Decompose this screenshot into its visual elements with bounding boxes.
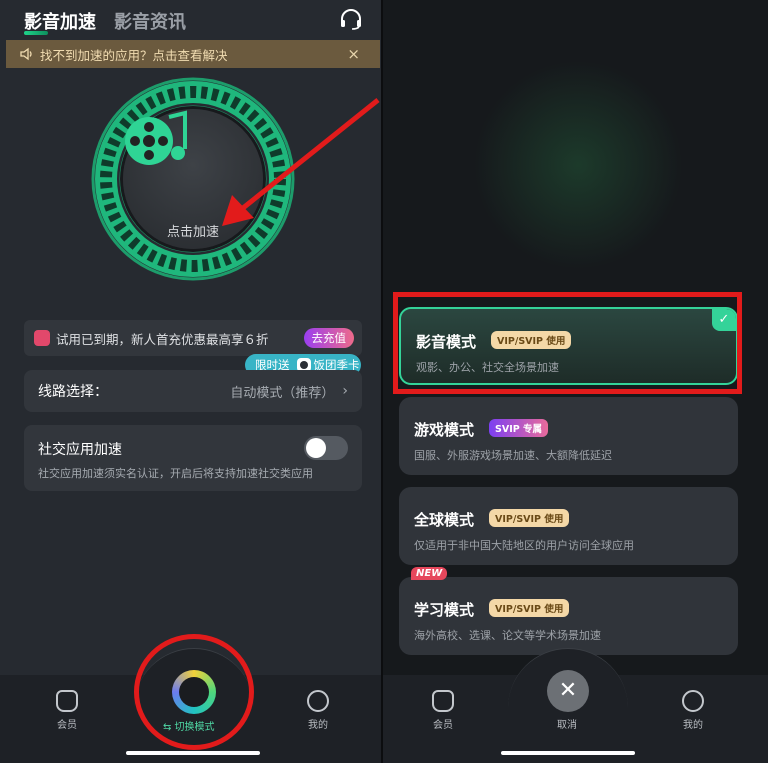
accelerate-label: 点击加速 bbox=[166, 225, 219, 240]
notice-banner[interactable]: 找不到加速的应用？点击查看解决 × bbox=[6, 40, 380, 68]
social-toggle[interactable] bbox=[304, 436, 348, 460]
mode-tag: SVIP 专属 bbox=[489, 419, 548, 437]
mode-card-study[interactable]: 学习模式 VIP/SVIP 使用 海外高校、选课、论文等学术场景加速 bbox=[399, 577, 738, 655]
nav-mine-label: 我的 bbox=[308, 720, 328, 731]
background-glow bbox=[473, 60, 683, 270]
mode-desc: 仅适用于非中国大陆地区的用户访问全球应用 bbox=[414, 539, 634, 552]
annotation-circle bbox=[134, 634, 254, 750]
notice-text: 找不到加速的应用？点击查看解决 bbox=[40, 47, 228, 63]
route-label: 线路选择： bbox=[38, 384, 108, 400]
nav-mine-label: 我的 bbox=[683, 720, 703, 731]
trial-text: 试用已到期，新人首充优惠最高享６折 bbox=[56, 331, 269, 347]
left-screen: 影音加速 影音资讯 找不到加速的应用？点击查看解决 × 点击加速 试用已到期，新… bbox=[0, 0, 381, 763]
trial-expired-banner[interactable]: 试用已到期，新人首充优惠最高享６折 去充值 bbox=[24, 320, 362, 356]
crown-icon bbox=[432, 690, 454, 712]
smile-icon bbox=[682, 690, 704, 712]
route-value: 自动模式（推荐） bbox=[230, 385, 335, 401]
mode-card-game[interactable]: 游戏模式 SVIP 专属 国服、外服游戏场景加速、大额降低延迟 bbox=[399, 397, 738, 475]
right-screen: 影音模式 VIP/SVIP 使用 观影、办公、社交全场景加速 ✓ 游戏模式 SV… bbox=[383, 0, 768, 763]
active-tab-indicator bbox=[24, 31, 48, 35]
social-accelerate-card: 社交应用加速 社交应用加速须实名认证，开启后将支持加速社交类应用 bbox=[24, 425, 362, 491]
mode-card-global[interactable]: 全球模式 VIP/SVIP 使用 仅适用于非中国大陆地区的用户访问全球应用 bbox=[399, 487, 738, 565]
nav-mine[interactable]: 我的 bbox=[682, 690, 704, 731]
notice-close-icon[interactable]: × bbox=[347, 45, 360, 63]
recharge-button[interactable]: 去充值 bbox=[303, 328, 354, 348]
new-badge: NEW bbox=[411, 567, 448, 580]
crown-icon bbox=[56, 690, 78, 712]
nav-member[interactable]: 会员 bbox=[56, 690, 78, 731]
nav-member-label: 会员 bbox=[433, 720, 453, 731]
chevron-right-icon: › bbox=[342, 383, 348, 399]
home-indicator bbox=[501, 751, 635, 755]
smile-icon bbox=[307, 690, 329, 712]
nav-mine[interactable]: 我的 bbox=[307, 690, 329, 731]
mode-name: 全球模式 bbox=[414, 511, 475, 529]
nav-cancel[interactable]: 取消 bbox=[557, 716, 577, 731]
mode-name: 游戏模式 bbox=[414, 421, 475, 439]
social-title: 社交应用加速 bbox=[38, 442, 122, 458]
close-icon[interactable]: ✕ bbox=[547, 670, 589, 712]
mode-desc: 海外高校、选课、论文等学术场景加速 bbox=[414, 629, 601, 642]
speaker-icon bbox=[20, 47, 32, 61]
nav-member[interactable]: 会员 bbox=[432, 690, 454, 731]
gift-icon bbox=[34, 330, 50, 346]
mode-name: 学习模式 bbox=[414, 601, 475, 619]
social-desc: 社交应用加速须实名认证，开启后将支持加速社交类应用 bbox=[38, 467, 313, 480]
home-indicator bbox=[126, 751, 260, 755]
headset-icon[interactable] bbox=[339, 8, 363, 30]
accelerate-button[interactable]: 点击加速 bbox=[123, 109, 263, 249]
top-tabs: 影音加速 影音资讯 bbox=[24, 8, 186, 34]
mode-tag: VIP/SVIP 使用 bbox=[489, 509, 570, 527]
annotation-rectangle bbox=[393, 292, 742, 394]
accelerate-ring[interactable]: 点击加速 bbox=[90, 76, 296, 282]
tab-av-news[interactable]: 影音资讯 bbox=[114, 8, 186, 34]
film-music-icon bbox=[125, 110, 187, 165]
mode-desc: 国服、外服游戏场景加速、大额降低延迟 bbox=[414, 449, 612, 462]
nav-member-label: 会员 bbox=[57, 720, 77, 731]
mode-tag: VIP/SVIP 使用 bbox=[489, 599, 570, 617]
nav-cancel-label: 取消 bbox=[557, 720, 577, 731]
route-selector[interactable]: 线路选择： 自动模式（推荐） › bbox=[24, 370, 362, 412]
